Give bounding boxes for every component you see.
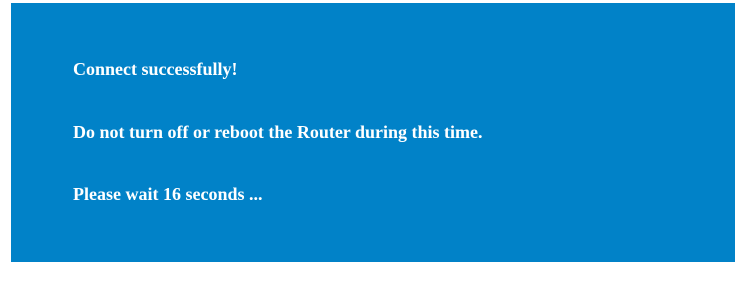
countdown-message: Please wait 16 seconds ... xyxy=(73,184,263,204)
status-panel: Connect successfully! Do not turn off or… xyxy=(11,3,735,262)
success-message: Connect successfully! xyxy=(73,59,238,79)
warning-message: Do not turn off or reboot the Router dur… xyxy=(73,122,483,142)
